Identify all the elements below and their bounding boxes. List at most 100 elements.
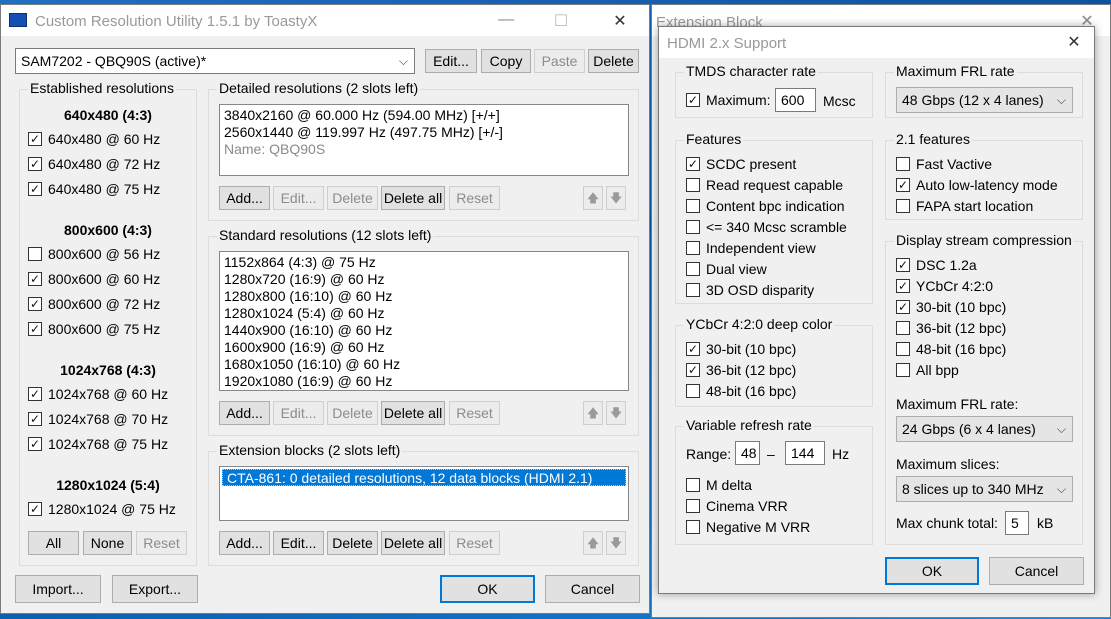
- list-item[interactable]: 1152x864 (4:3) @ 75 Hz: [220, 254, 628, 271]
- checkbox-label: 48-bit (16 bpc): [916, 341, 1007, 357]
- detailed-name-row[interactable]: Name: QBQ90S: [220, 141, 628, 158]
- extension-up-arrow-icon[interactable]: 🡅: [583, 531, 603, 555]
- standard-edit-button[interactable]: Edit...: [273, 401, 324, 425]
- checkbox-label: 640x480 @ 75 Hz: [48, 181, 161, 197]
- extension-delete-all-button[interactable]: Delete all: [381, 531, 445, 555]
- checkbox-label: 30-bit (10 bpc): [916, 299, 1007, 315]
- list-item[interactable]: 2560x1440 @ 119.997 Hz (497.75 MHz) [+/-…: [220, 124, 628, 141]
- standard-title: Standard resolutions (12 slots left): [217, 227, 434, 243]
- extension-delete-button[interactable]: Delete: [327, 531, 378, 555]
- checkbox-label: SCDC present: [706, 156, 797, 172]
- none-button[interactable]: None: [83, 531, 132, 555]
- main-title-bar[interactable]: Custom Resolution Utility 1.5.1 by Toast…: [1, 5, 649, 36]
- close-icon[interactable]: ✕: [1060, 32, 1088, 52]
- export-button[interactable]: Export...: [112, 575, 198, 603]
- standard-down-arrow-icon[interactable]: 🡇: [606, 401, 626, 425]
- hdmi-dialog: HDMI 2.x Support ✕ TMDS character rate ✓…: [658, 26, 1095, 594]
- chevron-down-icon: ⌵: [1056, 482, 1066, 496]
- standard-delete-all-button[interactable]: Delete all: [381, 401, 445, 425]
- detailed-down-arrow-icon[interactable]: 🡇: [606, 186, 626, 210]
- dsc-frl-select[interactable]: 24 Gbps (6 x 4 lanes) ⌵: [896, 416, 1073, 442]
- minimize-icon[interactable]: —: [491, 11, 521, 29]
- chevron-down-icon: ⌵: [1056, 422, 1066, 436]
- standard-reset-button[interactable]: Reset: [449, 401, 500, 425]
- checkbox-label: Cinema VRR: [706, 498, 788, 514]
- extension-reset-button[interactable]: Reset: [449, 531, 500, 555]
- tmds-value-input[interactable]: 600: [775, 88, 816, 112]
- checkbox-label: 36-bit (12 bpc): [706, 362, 797, 378]
- import-button[interactable]: Import...: [15, 575, 101, 603]
- main-ok-button[interactable]: OK: [440, 575, 535, 603]
- checkbox-label: Independent view: [706, 240, 816, 256]
- list-item[interactable]: 1280x1024 (5:4) @ 60 Hz: [220, 305, 628, 322]
- checkbox-label: 1024x768 @ 75 Hz: [48, 436, 169, 452]
- ycbcr-title: YCbCr 4:2:0 deep color: [684, 316, 835, 332]
- detailed-edit-button[interactable]: Edit...: [273, 186, 324, 210]
- checkbox-icon: [686, 520, 700, 534]
- frl-title: Maximum FRL rate: [894, 63, 1017, 79]
- checkbox-label: 36-bit (12 bpc): [916, 320, 1007, 336]
- list-item[interactable]: CTA-861: 0 detailed resolutions, 12 data…: [222, 469, 626, 486]
- est-heading-800: 800x600 (4:3): [64, 222, 152, 238]
- checkbox-label: 48-bit (16 bpc): [706, 383, 797, 399]
- checkbox-label: Fast Vactive: [916, 156, 992, 172]
- vrr-max-input[interactable]: 144: [785, 441, 825, 465]
- checkbox-icon: [896, 157, 910, 171]
- edit-monitor-button[interactable]: Edit...: [425, 49, 477, 73]
- features-title: Features: [684, 131, 744, 147]
- delete-monitor-button[interactable]: Delete: [588, 49, 639, 73]
- hdmi-ok-button[interactable]: OK: [885, 557, 979, 585]
- checkbox-icon: [896, 321, 910, 335]
- extension-list[interactable]: CTA-861: 0 detailed resolutions, 12 data…: [219, 466, 629, 521]
- established-reset-button[interactable]: Reset: [136, 531, 187, 555]
- list-item[interactable]: 1600x900 (16:9) @ 60 Hz: [220, 339, 628, 356]
- checkbox-label: 800x600 @ 60 Hz: [48, 271, 161, 287]
- dsc-frl-select-value: 24 Gbps (6 x 4 lanes): [902, 421, 1036, 437]
- checkbox-icon: ✓: [28, 272, 42, 286]
- checkbox-icon: ✓: [686, 342, 700, 356]
- list-item[interactable]: 3840x2160 @ 60.000 Hz (594.00 MHz) [+/+]: [220, 107, 628, 124]
- standard-list[interactable]: 1152x864 (4:3) @ 75 Hz 1280x720 (16:9) @…: [219, 251, 629, 391]
- detailed-delete-all-button[interactable]: Delete all: [381, 186, 445, 210]
- hdmi-dialog-title: HDMI 2.x Support: [667, 35, 787, 52]
- list-item[interactable]: 1280x800 (16:10) @ 60 Hz: [220, 288, 628, 305]
- list-item[interactable]: 1440x900 (16:10) @ 60 Hz: [220, 322, 628, 339]
- extension-down-arrow-icon[interactable]: 🡇: [606, 531, 626, 555]
- list-item[interactable]: 1920x1080 (16:9) @ 60 Hz: [220, 373, 628, 390]
- detailed-up-arrow-icon[interactable]: 🡅: [583, 186, 603, 210]
- standard-up-arrow-icon[interactable]: 🡅: [583, 401, 603, 425]
- standard-add-button[interactable]: Add...: [219, 401, 270, 425]
- main-cancel-button[interactable]: Cancel: [545, 575, 640, 603]
- list-item[interactable]: 1280x720 (16:9) @ 60 Hz: [220, 271, 628, 288]
- detailed-add-button[interactable]: Add...: [219, 186, 270, 210]
- paste-button[interactable]: Paste: [534, 49, 585, 73]
- checkbox-label: Maximum:: [706, 92, 771, 108]
- checkbox-icon: [896, 199, 910, 213]
- checkbox-label: 800x600 @ 56 Hz: [48, 246, 161, 262]
- checkbox-icon: [686, 199, 700, 213]
- close-icon[interactable]: ✕: [605, 11, 635, 31]
- copy-button[interactable]: Copy: [481, 49, 531, 73]
- detailed-list[interactable]: 3840x2160 @ 60.000 Hz (594.00 MHz) [+/+]…: [219, 104, 629, 176]
- list-item[interactable]: 1680x1050 (16:10) @ 60 Hz: [220, 356, 628, 373]
- checkbox-icon: [28, 247, 42, 261]
- checkbox-icon: ✓: [28, 182, 42, 196]
- checkbox-label: 1280x1024 @ 75 Hz: [48, 501, 176, 517]
- features21-title: 2.1 features: [894, 131, 972, 147]
- standard-delete-button[interactable]: Delete: [327, 401, 378, 425]
- chunk-input[interactable]: 5: [1005, 511, 1029, 535]
- extension-edit-button[interactable]: Edit...: [273, 531, 324, 555]
- all-button[interactable]: All: [28, 531, 79, 555]
- checkbox-icon: ✓: [686, 157, 700, 171]
- checkbox-label: FAPA start location: [916, 198, 1034, 214]
- vrr-min-input[interactable]: 48: [735, 441, 760, 465]
- checkbox-label: 30-bit (10 bpc): [706, 341, 797, 357]
- detailed-reset-button[interactable]: Reset: [449, 186, 500, 210]
- monitor-select[interactable]: SAM7202 - QBQ90S (active)* ⌵: [15, 48, 415, 74]
- maximize-icon[interactable]: ☐: [546, 11, 576, 31]
- hdmi-cancel-button[interactable]: Cancel: [989, 557, 1084, 585]
- extension-add-button[interactable]: Add...: [219, 531, 270, 555]
- slices-select[interactable]: 8 slices up to 340 MHz ⌵: [896, 476, 1073, 502]
- frl-select[interactable]: 48 Gbps (12 x 4 lanes) ⌵: [896, 87, 1073, 113]
- detailed-delete-button[interactable]: Delete: [327, 186, 378, 210]
